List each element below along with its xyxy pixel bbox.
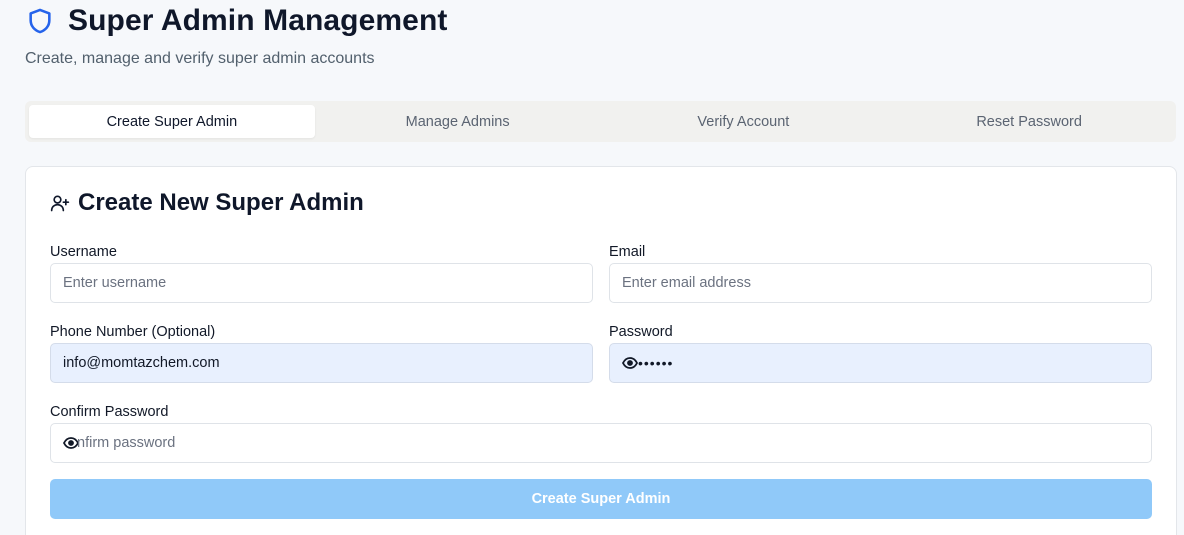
email-field[interactable]: Enter email address	[609, 263, 1152, 303]
shield-icon	[29, 8, 51, 34]
tab-bar: Create Super Admin Manage Admins Verify …	[25, 101, 1176, 142]
page-header: Super Admin Management	[26, 4, 447, 38]
password-field[interactable]: ••••••	[609, 343, 1152, 383]
password-label: Password	[609, 324, 673, 340]
confirm-password-label: Confirm Password	[50, 404, 169, 420]
tab-create-super-admin[interactable]: Create Super Admin	[29, 105, 315, 138]
tab-reset-password[interactable]: Reset Password	[886, 105, 1172, 138]
user-plus-icon	[50, 195, 70, 212]
create-admin-card: Create New Super Admin Username Enter us…	[25, 166, 1177, 535]
page-title: Super Admin Management	[68, 4, 448, 37]
confirm-password-placeholder: nfirm password	[77, 435, 176, 451]
tab-verify-account[interactable]: Verify Account	[601, 105, 887, 138]
phone-field[interactable]: info@momtazchem.com	[50, 343, 593, 383]
eye-icon[interactable]	[622, 357, 638, 369]
username-placeholder: Enter username	[63, 275, 167, 291]
phone-value: info@momtazchem.com	[63, 355, 220, 371]
tab-manage-admins[interactable]: Manage Admins	[315, 105, 601, 138]
username-label: Username	[50, 244, 117, 260]
phone-label: Phone Number (Optional)	[50, 324, 216, 340]
page-subtitle: Create, manage and verify super admin ac…	[25, 50, 375, 67]
email-label: Email	[609, 244, 646, 260]
email-placeholder: Enter email address	[622, 275, 751, 291]
confirm-password-field[interactable]: nfirm password	[50, 423, 1152, 463]
username-field[interactable]: Enter username	[50, 263, 593, 303]
card-title: Create New Super Admin	[78, 189, 364, 216]
password-value: ••••••	[638, 355, 674, 371]
create-super-admin-button[interactable]: Create Super Admin	[50, 479, 1152, 519]
